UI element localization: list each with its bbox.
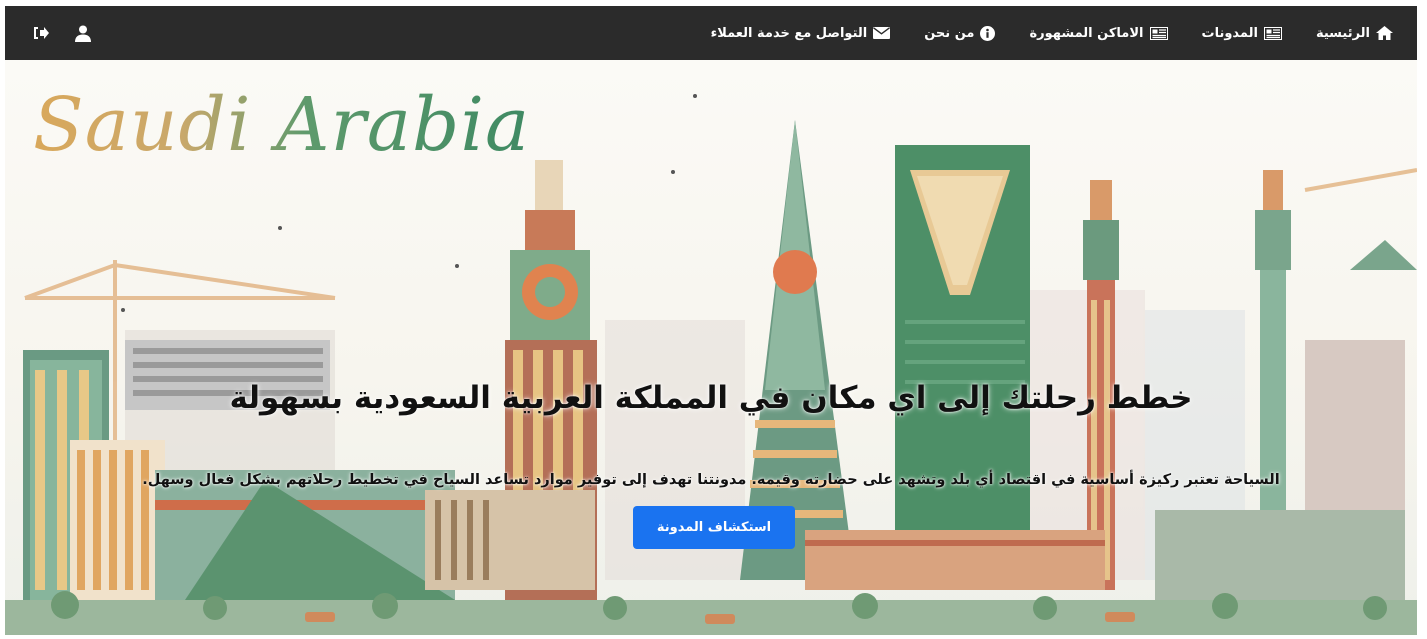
nav-item-blogs[interactable]: المدونات [1202,26,1282,41]
hero-subtitle: السياحة تعتبر ركيزة أساسية في اقتصاد أي … [142,472,1280,488]
hero-title: خطط رحلتك إلى اي مكان في المملكة العربية… [229,380,1193,416]
nav-menu: الرئيسية المدونات الاماكن المشهورة من نح… [711,25,1393,41]
nav-item-famous-places[interactable]: الاماكن المشهورة [1029,25,1168,41]
nav-left-group [33,25,91,42]
nav-item-label: الرئيسية [1315,25,1370,41]
newspaper-icon [1263,26,1282,40]
nav-item-home[interactable]: الرئيسية [1316,26,1393,41]
newspaper-icon [1149,26,1168,40]
nav-item-label: الاماكن المشهورة [1029,25,1144,41]
brand-logo-text: Saudi Arabia [33,82,531,168]
info-circle-icon [980,25,996,41]
top-navbar: الرئيسية المدونات الاماكن المشهورة من نح… [5,6,1417,60]
nav-item-label: المدونات [1201,25,1258,41]
envelope-icon [873,27,891,39]
nav-item-label: من نحن [924,25,975,41]
nav-item-about[interactable]: من نحن [924,25,996,41]
nav-item-contact[interactable]: التواصل مع خدمة العملاء [711,26,891,41]
sign-out-icon[interactable] [33,26,49,40]
user-icon[interactable] [75,25,91,42]
explore-blog-button[interactable]: استكشاف المدونة [633,506,795,549]
home-icon [1376,26,1393,40]
nav-item-label: التواصل مع خدمة العملاء [710,25,868,41]
hero-section: Saudi Arabia خطط رحلتك إلى اي مكان في ال… [5,60,1417,635]
